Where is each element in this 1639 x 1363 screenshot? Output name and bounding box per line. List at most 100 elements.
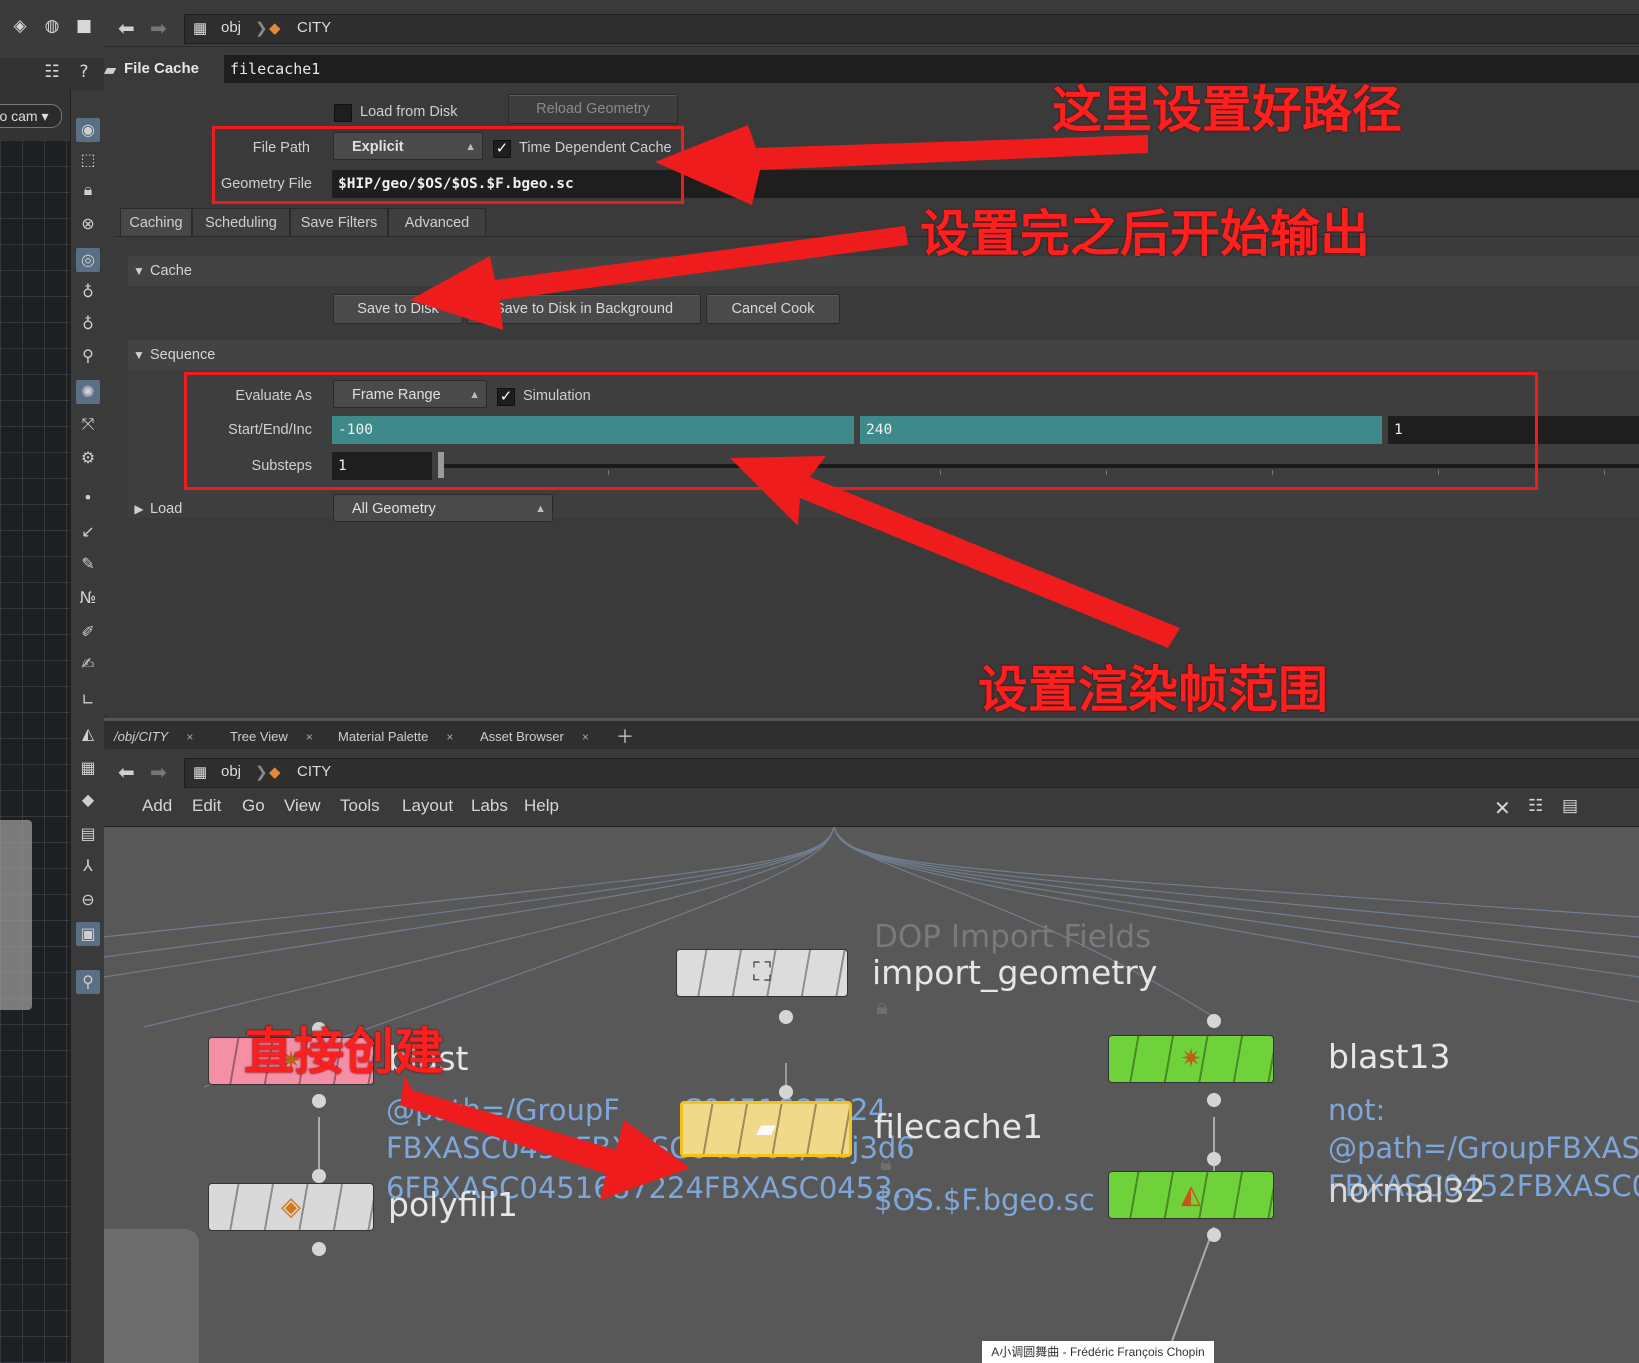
tab-advanced[interactable]: Advanced xyxy=(388,208,486,237)
menu-edit[interactable]: Edit xyxy=(192,796,221,816)
reload-geometry-button[interactable]: Reload Geometry xyxy=(508,94,678,124)
lock-icon[interactable]: 🔒︎ xyxy=(876,995,888,1020)
image-icon[interactable]: ▣ xyxy=(76,922,100,946)
menu-layout[interactable]: Layout xyxy=(402,796,453,816)
tab-material-palette[interactable]: Material Palette × xyxy=(338,725,453,749)
path-root[interactable]: obj xyxy=(221,19,241,36)
menu-tools[interactable]: Tools xyxy=(340,796,380,816)
polyfill-node[interactable]: ◈ xyxy=(208,1183,374,1231)
background-icon[interactable]: ■ xyxy=(72,14,96,38)
view-tool-icon[interactable]: ◉ xyxy=(76,118,100,142)
tab-save-filters[interactable]: Save Filters xyxy=(290,208,388,237)
display-options-icon[interactable]: ◈ xyxy=(8,14,32,38)
menu-labs[interactable]: Labs xyxy=(471,796,508,816)
output-connector[interactable] xyxy=(312,1094,326,1108)
filecache-node[interactable]: ▰ xyxy=(680,1101,852,1157)
ghost-icon[interactable]: ✺ xyxy=(76,380,100,404)
curve-icon[interactable]: ↙ xyxy=(76,520,100,544)
transform-icon[interactable]: ⤧ xyxy=(76,412,100,436)
input-connector[interactable] xyxy=(312,1169,326,1183)
back-arrow-icon[interactable]: ⬅ xyxy=(118,760,135,784)
tree-icon[interactable]: ☷ xyxy=(40,60,64,84)
load-geometry-menu[interactable]: All Geometry ▲ xyxy=(333,494,553,522)
operator-name-field[interactable]: filecache1 xyxy=(224,55,1639,83)
paint-icon[interactable]: ✍ xyxy=(76,652,100,676)
sculpt-icon[interactable]: ◭ xyxy=(76,722,100,746)
tab-asset-browser-label: Asset Browser xyxy=(480,729,564,744)
cancel-cook-button[interactable]: Cancel Cook xyxy=(706,294,840,324)
forward-arrow-icon[interactable]: ➡ xyxy=(150,760,167,784)
input-connector[interactable] xyxy=(1207,1152,1221,1166)
output-connector[interactable] xyxy=(779,1010,793,1024)
lock-icon[interactable]: 🔒︎ xyxy=(880,1151,892,1176)
viewport-3d[interactable] xyxy=(0,0,70,1363)
cache-folder-title: Cache xyxy=(150,263,192,279)
shading-icon[interactable]: ◍ xyxy=(40,14,64,38)
pen-icon[interactable]: ✎ xyxy=(76,552,100,576)
light2-icon[interactable]: ♁ xyxy=(76,312,100,336)
snap-icon[interactable]: ⊗ xyxy=(76,212,100,236)
tab-obj-city[interactable]: /obj/CITY × xyxy=(114,725,193,749)
close-icon[interactable]: × xyxy=(582,730,589,744)
wrench-icon[interactable]: ✕ xyxy=(1494,796,1511,821)
annotation-set-path: 这里设置好路径 xyxy=(1052,81,1402,139)
uv-icon[interactable]: ▤ xyxy=(76,822,100,846)
save-to-disk-button[interactable]: Save to Disk xyxy=(333,294,463,324)
path-node[interactable]: CITY xyxy=(297,19,331,36)
camera-menu[interactable]: o cam ▾ xyxy=(0,104,62,128)
tab-scheduling[interactable]: Scheduling xyxy=(192,208,290,237)
pin-icon[interactable]: ⚲ xyxy=(76,970,100,994)
input-connector[interactable] xyxy=(779,1085,793,1099)
tab-caching[interactable]: Caching xyxy=(120,208,192,237)
list-icon[interactable]: ▤ xyxy=(1562,796,1578,816)
path-breadcrumb[interactable]: ▦ obj ❯ ◆ CITY xyxy=(184,14,1639,44)
cylinder-icon[interactable]: ⊖ xyxy=(76,888,100,912)
load-from-disk-checkbox[interactable] xyxy=(334,104,352,122)
network-breadcrumb[interactable]: ▦ obj ❯ ◆ CITY xyxy=(184,758,1639,788)
magnet-icon[interactable]: ◎ xyxy=(76,248,100,272)
network-editor[interactable]: DOP Import Fields ⛶ import_geometry 🔒︎ ✷… xyxy=(104,827,1639,1363)
tab-tree-view[interactable]: Tree View × xyxy=(230,725,313,749)
close-icon[interactable]: × xyxy=(186,730,193,744)
checker-icon[interactable]: ▦ xyxy=(76,756,100,780)
save-to-disk-background-button[interactable]: Save to Disk in Background xyxy=(467,294,701,324)
tab-asset-browser[interactable]: Asset Browser × xyxy=(480,725,589,749)
select-tool-icon[interactable]: ⬚ xyxy=(76,148,100,172)
menu-help[interactable]: Help xyxy=(524,796,559,816)
add-tab-icon[interactable]: ＋ xyxy=(616,725,634,749)
branch-icon[interactable]: ⅄ xyxy=(76,854,100,878)
tree-layout-icon[interactable]: ☷ xyxy=(1528,796,1543,816)
load-folder[interactable]: ▶ Load xyxy=(128,494,328,524)
output-connector[interactable] xyxy=(1207,1093,1221,1107)
camera-icon[interactable]: ⚲ xyxy=(76,344,100,368)
parameter-path-bar: ⬅ ➡ ▦ obj ❯ ◆ CITY xyxy=(104,6,1639,47)
menu-view[interactable]: View xyxy=(284,796,321,816)
angle-icon[interactable]: ∟ xyxy=(76,688,100,712)
normal-node[interactable]: ◭ xyxy=(1108,1171,1274,1219)
back-arrow-icon[interactable]: ⬅ xyxy=(118,16,135,40)
close-icon[interactable]: × xyxy=(306,730,313,744)
forward-arrow-icon[interactable]: ➡ xyxy=(150,16,167,40)
import-geometry-node[interactable]: ⛶ xyxy=(676,949,848,997)
number-icon[interactable]: № xyxy=(76,586,100,610)
menu-add[interactable]: Add xyxy=(142,796,172,816)
point-icon[interactable]: • xyxy=(76,486,100,510)
lock-icon[interactable]: 🔒︎ xyxy=(76,178,100,202)
light-icon[interactable]: ♁ xyxy=(76,280,100,304)
network-path-root[interactable]: obj xyxy=(221,763,241,780)
output-connector[interactable] xyxy=(1207,1228,1221,1242)
diamond-icon[interactable]: ◆ xyxy=(76,788,100,812)
annotation-create-directly: 直接创建 xyxy=(244,1023,444,1081)
blast13-node[interactable]: ✷ xyxy=(1108,1035,1274,1083)
help-icon[interactable]: ? xyxy=(72,60,96,84)
network-path-node[interactable]: CITY xyxy=(297,763,331,780)
output-connector[interactable] xyxy=(312,1242,326,1256)
menu-go[interactable]: Go xyxy=(242,796,265,816)
input-connector[interactable] xyxy=(1207,1014,1221,1028)
brush-icon[interactable]: ✐ xyxy=(76,620,100,644)
cache-folder[interactable]: ▼ Cache xyxy=(128,256,1639,286)
handle-icon[interactable]: ⚙ xyxy=(76,446,100,470)
close-icon[interactable]: × xyxy=(446,730,453,744)
object-merge-icon: ⛶ xyxy=(752,957,772,988)
sequence-folder[interactable]: ▼ Sequence xyxy=(128,340,1639,370)
